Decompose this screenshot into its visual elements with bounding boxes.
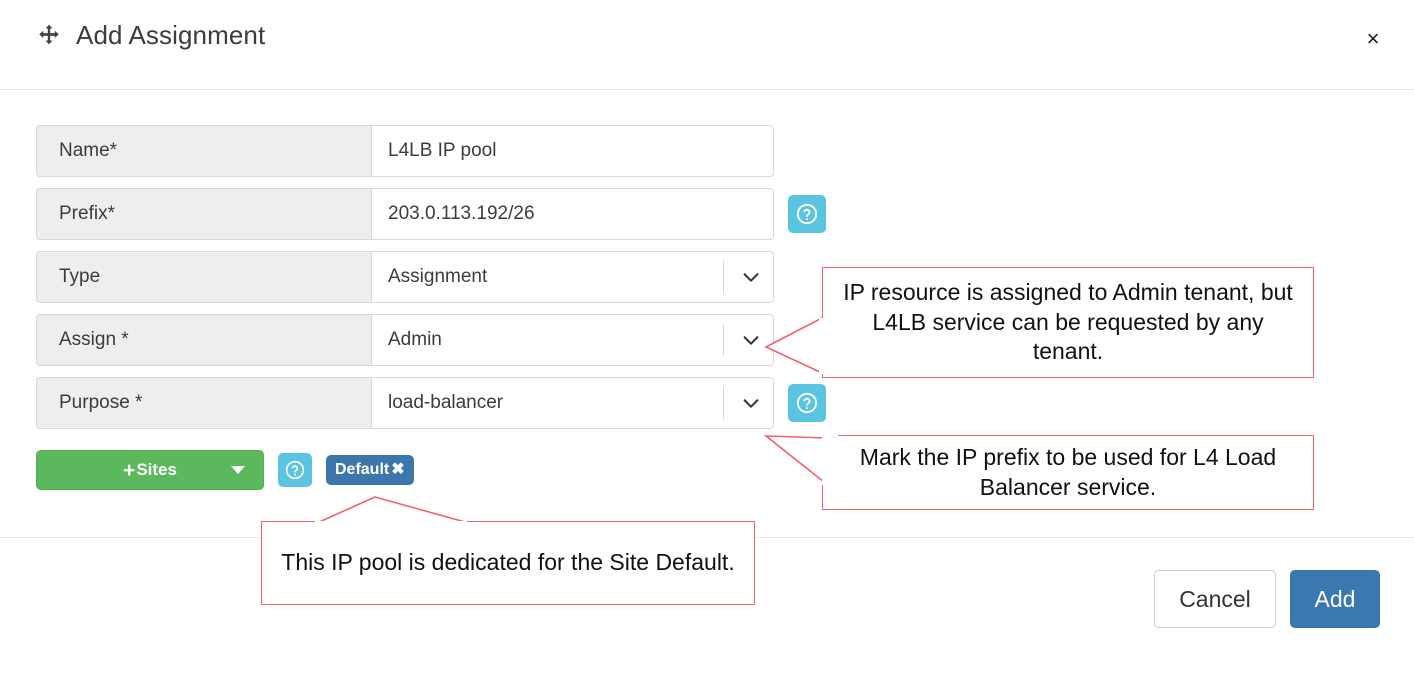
form-row-prefix: Prefix* 203.0.113.192/26 <box>36 188 826 240</box>
chevron-down-icon[interactable] <box>740 266 762 288</box>
chevron-down-icon[interactable] <box>740 329 762 351</box>
site-tag-label: Default <box>335 461 390 478</box>
dialog-title-group: Add Assignment <box>36 20 265 51</box>
purpose-help-icon[interactable] <box>788 384 826 422</box>
form-row-assign: Assign * Admin <box>36 314 776 366</box>
annotation-assign: IP resource is assigned to Admin tenant,… <box>822 267 1314 378</box>
type-select[interactable]: Assignment <box>372 251 774 303</box>
name-input[interactable]: L4LB IP pool <box>372 125 774 177</box>
dialog-header: Add Assignment × <box>0 0 1414 90</box>
sites-row: + Sites Default ✖ <box>36 450 414 490</box>
add-button[interactable]: Add <box>1290 570 1380 628</box>
prefix-help-icon[interactable] <box>788 195 826 233</box>
assignment-form: Name* L4LB IP pool Prefix* 203.0.113.192… <box>36 125 826 440</box>
annotation-purpose: Mark the IP prefix to be used for L4 Loa… <box>822 435 1314 510</box>
assign-select[interactable]: Admin <box>372 314 774 366</box>
form-row-purpose: Purpose * load-balancer <box>36 377 826 429</box>
plus-icon: + <box>123 458 136 482</box>
remove-tag-icon[interactable]: ✖ <box>391 462 404 478</box>
label-name: Name* <box>36 125 372 177</box>
page-title: Add Assignment <box>76 20 266 50</box>
purpose-select[interactable]: load-balancer <box>372 377 774 429</box>
type-select-divider <box>723 261 724 293</box>
caret-down-icon[interactable] <box>231 466 245 474</box>
site-tag-default[interactable]: Default ✖ <box>326 455 414 485</box>
label-purpose: Purpose * <box>36 377 372 429</box>
dialog-footer: Cancel Add <box>1154 570 1380 628</box>
chevron-down-icon[interactable] <box>740 392 762 414</box>
cancel-button[interactable]: Cancel <box>1154 570 1276 628</box>
form-row-name: Name* L4LB IP pool <box>36 125 776 177</box>
add-sites-button[interactable]: + Sites <box>36 450 264 490</box>
annotation-sites: This IP pool is dedicated for the Site D… <box>261 521 755 605</box>
assign-select-divider <box>723 324 724 356</box>
add-sites-label: Sites <box>136 460 177 479</box>
label-prefix: Prefix* <box>36 188 372 240</box>
move-arrows-icon <box>36 23 62 49</box>
purpose-select-divider <box>723 387 724 419</box>
sites-help-icon[interactable] <box>278 453 312 487</box>
label-type: Type <box>36 251 372 303</box>
prefix-input[interactable]: 203.0.113.192/26 <box>372 188 774 240</box>
form-row-type: Type Assignment <box>36 251 776 303</box>
close-icon[interactable]: × <box>1360 26 1386 52</box>
label-assign: Assign * <box>36 314 372 366</box>
